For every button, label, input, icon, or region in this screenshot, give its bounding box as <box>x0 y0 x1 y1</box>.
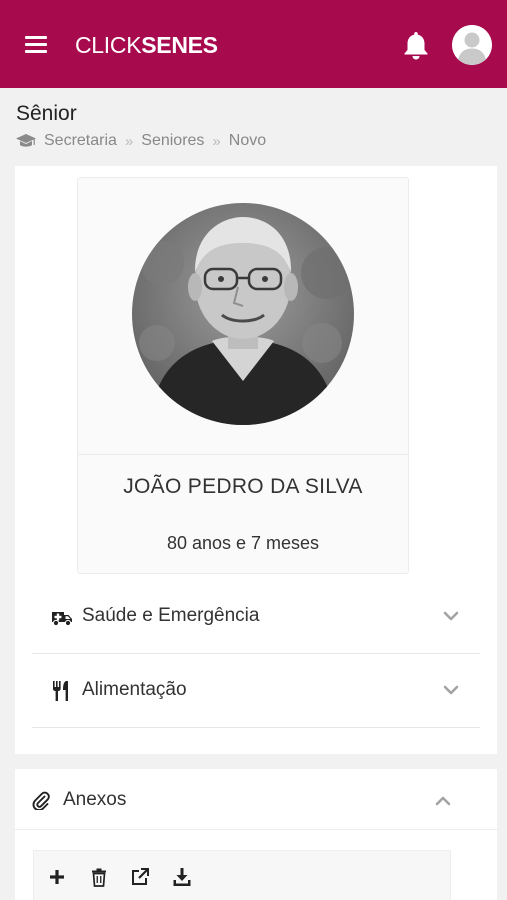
external-link-icon[interactable] <box>130 867 150 887</box>
senior-age: 80 anos e 7 meses <box>166 533 320 553</box>
menu-icon[interactable] <box>25 36 47 53</box>
paperclip-icon <box>32 791 50 810</box>
breadcrumb-separator: » <box>212 132 221 150</box>
breadcrumb-secretaria[interactable]: Secretaria <box>44 132 117 150</box>
attachments-card: Anexos <box>15 769 497 900</box>
chevron-down-icon <box>443 685 459 695</box>
top-bar: CLICKSENES <box>0 0 507 88</box>
download-icon[interactable] <box>172 867 192 887</box>
accordion-label: Saúde e Emergência <box>82 605 260 626</box>
breadcrumb-novo: Novo <box>228 132 267 149</box>
ambulance-icon <box>52 612 72 627</box>
chevron-up-icon <box>435 796 451 806</box>
app-logo[interactable]: CLICKSENES <box>75 31 218 59</box>
accordion-alimentacao[interactable]: Alimentação <box>32 654 480 728</box>
chevron-down-icon <box>443 611 459 621</box>
senior-card: JOÃO PEDRO DA SILVA 80 anos e 7 meses Sa… <box>15 166 497 754</box>
attachments-title: Anexos <box>63 789 127 810</box>
profile-panel: JOÃO PEDRO DA SILVA 80 anos e 7 meses <box>77 177 409 574</box>
attachments-header[interactable]: Anexos <box>15 769 497 830</box>
add-icon[interactable] <box>47 867 67 887</box>
accordion-saude-emergencia[interactable]: Saúde e Emergência <box>32 580 480 654</box>
breadcrumb-separator: » <box>124 132 134 150</box>
utensils-icon <box>53 681 68 701</box>
breadcrumb: Secretaria » Seniores » Novo <box>16 131 266 151</box>
senior-photo <box>132 203 354 425</box>
user-avatar-icon[interactable] <box>452 25 492 65</box>
accordion-label: Alimentação <box>82 679 187 700</box>
trash-icon[interactable] <box>89 867 109 887</box>
graduation-cap-icon <box>16 134 36 147</box>
page-title: Sênior <box>16 102 77 125</box>
profile-divider <box>78 454 408 455</box>
breadcrumb-seniores[interactable]: Seniores <box>141 132 204 150</box>
senior-name: JOÃO PEDRO DA SILVA <box>123 475 363 498</box>
bell-icon[interactable] <box>401 29 431 61</box>
attachments-toolbar <box>33 850 451 900</box>
